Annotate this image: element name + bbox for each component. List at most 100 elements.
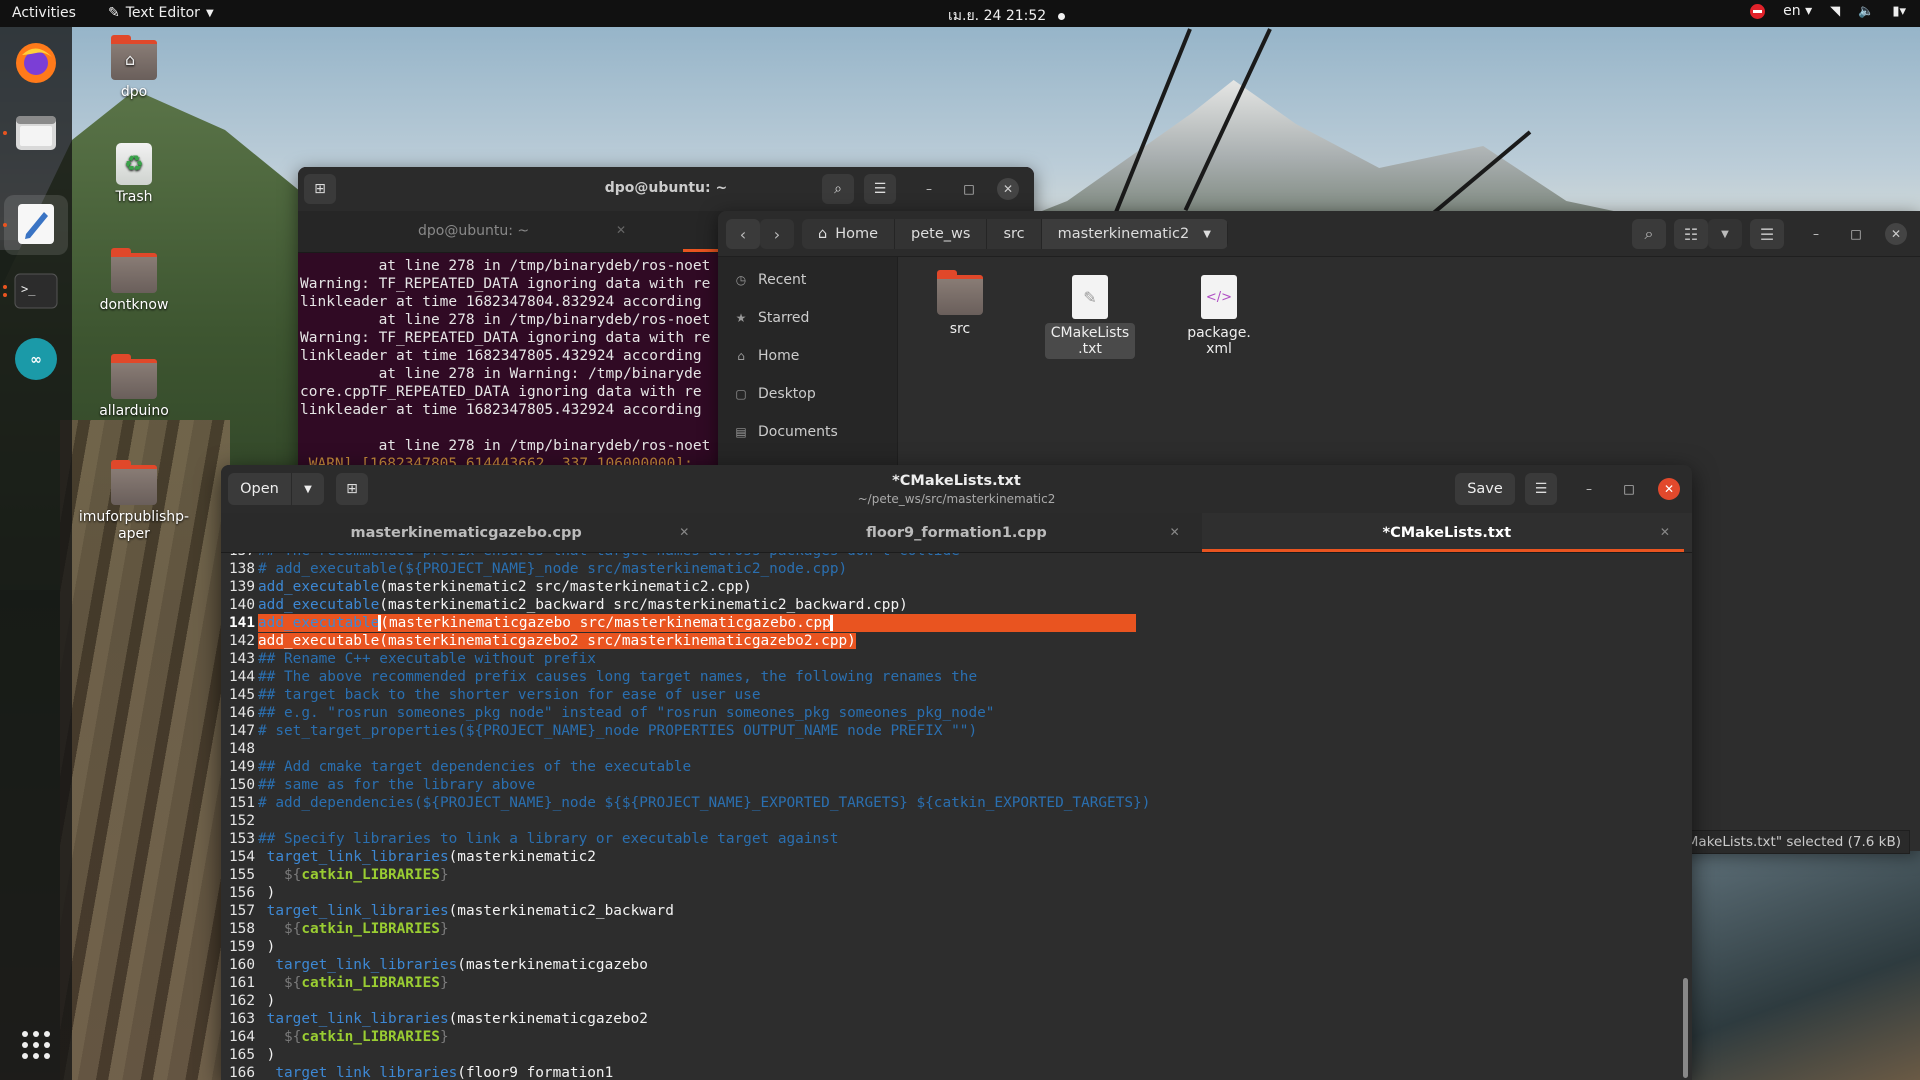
sidebar-item-documents[interactable]: ▤ Documents bbox=[718, 413, 897, 451]
tab-cmakelists[interactable]: *CMakeLists.txt ✕ bbox=[1201, 513, 1692, 552]
maximize-button[interactable]: □ bbox=[1845, 223, 1867, 245]
code-line[interactable]: 158 ${catkin_LIBRARIES} bbox=[221, 920, 1150, 938]
system-tray[interactable]: en ▾ ◥ 🔈 ▮▾ bbox=[1750, 3, 1906, 19]
sidebar-item-home[interactable]: ⌂ Home bbox=[718, 337, 897, 375]
menu-button[interactable]: ☰ bbox=[1750, 219, 1784, 249]
close-icon[interactable]: ✕ bbox=[679, 525, 689, 539]
language-indicator[interactable]: en ▾ bbox=[1783, 3, 1812, 19]
close-button[interactable]: ✕ bbox=[997, 178, 1019, 200]
code-line[interactable]: 165 ) bbox=[221, 1046, 1150, 1064]
code-line[interactable]: 139 add_executable(masterkinematic2 src/m… bbox=[221, 578, 1150, 596]
code-line[interactable]: 148 bbox=[221, 740, 1150, 758]
code-line[interactable]: 156 ) bbox=[221, 884, 1150, 902]
do-not-disturb-icon[interactable] bbox=[1750, 3, 1766, 19]
code-line[interactable]: 164 ${catkin_LIBRARIES} bbox=[221, 1028, 1150, 1046]
file-item-package-xml[interactable]: </> package. xml bbox=[1174, 275, 1264, 359]
code-line[interactable]: 140 add_executable(masterkinematic2_backw… bbox=[221, 596, 1150, 614]
code-line[interactable]: 149 ## Add cmake target dependencies of t… bbox=[221, 758, 1150, 776]
sidebar-item-recent[interactable]: ◷ Recent bbox=[718, 261, 897, 299]
desktop-icon-trash[interactable]: ♻ Trash bbox=[79, 143, 189, 205]
line-number: 159 bbox=[229, 939, 255, 955]
files-header: ‹ › ⌂ Home pete_ws src masterkinematic2 ▼ … bbox=[718, 211, 1920, 257]
code-line[interactable]: 157 target_link_libraries(masterkinemati… bbox=[221, 902, 1150, 920]
close-button[interactable]: ✕ bbox=[1658, 478, 1680, 500]
code-line[interactable]: 154 target_link_libraries(masterkinemati… bbox=[221, 848, 1150, 866]
line-number: 142 bbox=[229, 633, 255, 649]
hamburger-icon: ☰ bbox=[873, 181, 887, 197]
code-line[interactable]: 159 ) bbox=[221, 938, 1150, 956]
maximize-button[interactable]: □ bbox=[958, 178, 980, 200]
breadcrumb-home[interactable]: ⌂ Home bbox=[802, 219, 896, 249]
close-button[interactable]: ✕ bbox=[1885, 223, 1907, 245]
code-editor[interactable]: 137## The recommended prefix ensures tha… bbox=[221, 553, 1692, 1080]
view-list-button[interactable]: ☷ bbox=[1674, 219, 1708, 249]
file-item-src[interactable]: src bbox=[915, 270, 1005, 339]
app-menu[interactable]: ✎ Text Editor ▼ bbox=[108, 5, 214, 21]
desktop-icon-label: dontknow bbox=[99, 297, 169, 313]
menu-button[interactable]: ☰ bbox=[864, 174, 896, 204]
scrollbar[interactable] bbox=[1683, 978, 1688, 1078]
breadcrumb-pete-ws[interactable]: pete_ws bbox=[895, 219, 988, 249]
tab-floor9-formation1[interactable]: floor9_formation1.cpp ✕ bbox=[711, 513, 1201, 552]
minimize-button[interactable]: – bbox=[1805, 223, 1827, 245]
menu-button[interactable]: ☰ bbox=[1525, 473, 1557, 505]
code-line[interactable]: 142 add_executable(masterkinematicgazebo2… bbox=[221, 632, 1150, 650]
file-item-cmakelists[interactable]: ✎ CMakeLists .txt bbox=[1045, 275, 1135, 359]
text-editor-window[interactable]: Open ▼ ⊞ *CMakeLists.txt ~/pete_ws/src/m… bbox=[221, 465, 1692, 1080]
close-icon[interactable]: ✕ bbox=[1660, 525, 1670, 539]
desktop-icon-label: allarduino bbox=[99, 403, 169, 419]
code-line[interactable]: 163 target_link_libraries(masterkinemati… bbox=[221, 1010, 1150, 1028]
code-line[interactable]: 152 bbox=[221, 812, 1150, 830]
arduino-icon[interactable]: ∞ bbox=[12, 335, 60, 383]
desktop-icon-dontknow[interactable]: dontknow bbox=[79, 248, 189, 313]
show-apps-icon[interactable] bbox=[12, 1021, 60, 1069]
view-options-button[interactable]: ▼ bbox=[1708, 219, 1742, 249]
line-number: 137 bbox=[221, 553, 255, 560]
breadcrumb-src[interactable]: src bbox=[987, 219, 1042, 249]
terminal-icon[interactable]: >_ bbox=[12, 267, 60, 315]
search-button[interactable]: ⌕ bbox=[1632, 219, 1666, 249]
text-editor-icon[interactable] bbox=[12, 200, 60, 248]
code-line[interactable]: 144 ## The above recommended prefix cause… bbox=[221, 668, 1150, 686]
code-line[interactable]: 141 add_executable(masterkinematicgazebo … bbox=[221, 614, 1150, 632]
code-line[interactable]: 160 target_link_libraries(masterkinemati… bbox=[221, 956, 1150, 974]
desktop-icon-allarduino[interactable]: allarduino bbox=[79, 354, 189, 419]
tab-masterkinematicgazebo[interactable]: masterkinematicgazebo.cpp ✕ bbox=[221, 513, 711, 552]
code-text: ## Add cmake target dependencies of the … bbox=[258, 759, 692, 775]
minimize-button[interactable]: – bbox=[1578, 478, 1600, 500]
maximize-button[interactable]: □ bbox=[1618, 478, 1640, 500]
activities-button[interactable]: Activities bbox=[12, 5, 76, 21]
code-line[interactable]: 138 # add_executable(${PROJECT_NAME}_node… bbox=[221, 560, 1150, 578]
code-line[interactable]: 161 ${catkin_LIBRARIES} bbox=[221, 974, 1150, 992]
line-number: 165 bbox=[229, 1047, 255, 1063]
code-line[interactable]: 166 target_link_libraries(floor9_formati… bbox=[221, 1064, 1150, 1080]
desktop-icon-home[interactable]: ⌂ dpo bbox=[79, 35, 189, 100]
desktop-icon-imuforpublishpaper[interactable]: imuforpublishp-aper bbox=[72, 460, 196, 543]
code-line[interactable]: 143 ## Rename C++ executable without pref… bbox=[221, 650, 1150, 668]
search-button[interactable]: ⌕ bbox=[822, 174, 854, 204]
code-line[interactable]: 145 ## target back to the shorter version… bbox=[221, 686, 1150, 704]
breadcrumb-masterkinematic2[interactable]: masterkinematic2 ▼ bbox=[1041, 219, 1228, 249]
sidebar-item-desktop[interactable]: ▢ Desktop bbox=[718, 375, 897, 413]
code-line[interactable]: 153 ## Specify libraries to link a librar… bbox=[221, 830, 1150, 848]
files-icon[interactable] bbox=[12, 108, 60, 156]
code-line[interactable]: 146 ## e.g. "rosrun someones_pkg node" in… bbox=[221, 704, 1150, 722]
code-line[interactable]: 155 ${catkin_LIBRARIES} bbox=[221, 866, 1150, 884]
back-button[interactable]: ‹ bbox=[726, 219, 760, 249]
document-icon: ▤ bbox=[735, 425, 747, 439]
clock[interactable]: เม.ย. 24 21:52 bbox=[948, 5, 1066, 27]
code-line[interactable]: 162 ) bbox=[221, 992, 1150, 1010]
firefox-icon[interactable] bbox=[12, 39, 60, 87]
forward-button[interactable]: › bbox=[760, 219, 794, 249]
minimize-button[interactable]: – bbox=[918, 178, 940, 200]
code-line[interactable]: 151 # add_dependencies(${PROJECT_NAME}_no… bbox=[221, 794, 1150, 812]
sidebar-item-label: Recent bbox=[758, 272, 807, 288]
code-line[interactable]: 150 ## same as for the library above bbox=[221, 776, 1150, 794]
language-label: en bbox=[1783, 3, 1801, 19]
sidebar-item-starred[interactable]: ★ Starred bbox=[718, 299, 897, 337]
save-button[interactable]: Save bbox=[1455, 473, 1515, 505]
close-icon[interactable]: ✕ bbox=[1170, 525, 1180, 539]
code-line[interactable]: 147 # set_target_properties(${PROJECT_NAM… bbox=[221, 722, 1150, 740]
code-line[interactable]: 137## The recommended prefix ensures tha… bbox=[221, 553, 1150, 560]
close-icon[interactable]: ✕ bbox=[616, 223, 626, 237]
